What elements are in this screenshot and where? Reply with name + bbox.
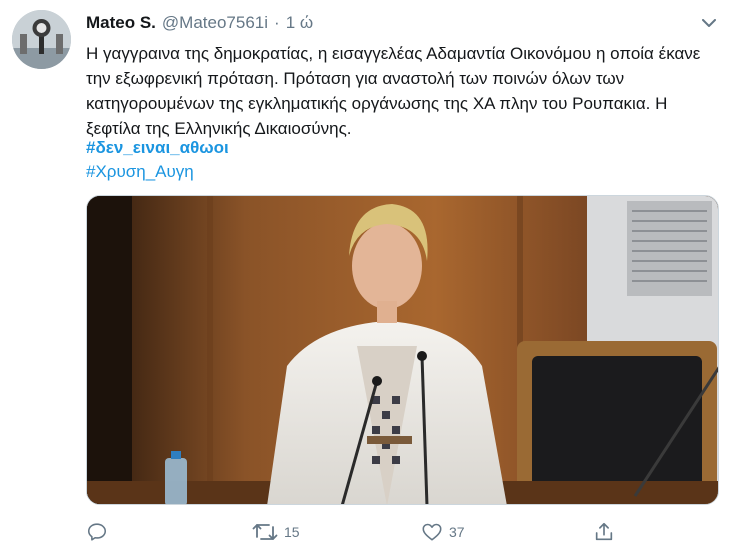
tweet-text: Η γαγγραινα της δημοκρατίας, η εισαγγελέ… [86, 44, 701, 138]
retweet-count: 15 [284, 524, 300, 540]
share-icon [593, 521, 615, 543]
tweet-action-bar: 15 37 [86, 517, 616, 547]
like-icon [421, 521, 443, 543]
hashtag-link[interactable]: #Χρυση_Αυγη [86, 159, 194, 184]
hashtag-link[interactable]: #δεν_ειναι_αθωοι [86, 135, 229, 160]
more-options-caret-icon[interactable] [698, 14, 720, 32]
retweet-icon [252, 521, 278, 543]
share-button[interactable] [593, 517, 615, 547]
reply-icon [86, 521, 108, 543]
reply-button[interactable] [86, 517, 108, 547]
tweet-timestamp[interactable]: 1 ώ [286, 13, 313, 33]
like-count: 37 [449, 524, 465, 540]
author-handle[interactable]: @Mateo7561i [162, 13, 268, 33]
like-button[interactable]: 37 [421, 517, 465, 547]
header-separator: · [274, 13, 280, 32]
avatar[interactable] [12, 10, 71, 69]
tweet-header: Mateo S. @Mateo7561i · 1 ώ [86, 12, 313, 34]
tweet-photo[interactable] [86, 195, 719, 505]
author-name[interactable]: Mateo S. [86, 13, 156, 33]
retweet-button[interactable]: 15 [252, 517, 300, 547]
